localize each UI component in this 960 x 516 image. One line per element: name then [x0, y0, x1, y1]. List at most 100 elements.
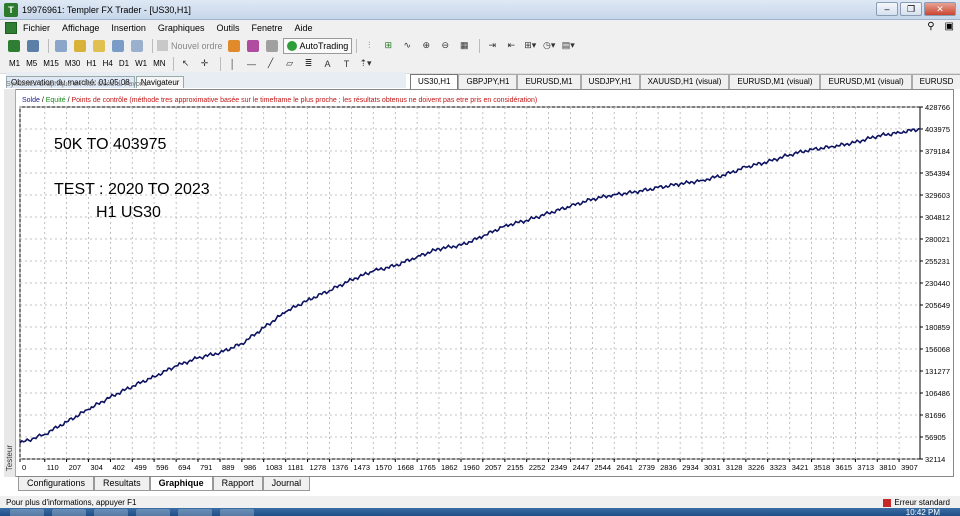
new-order-button[interactable]: Nouvel ordre	[157, 38, 223, 54]
bar-chart-icon[interactable]: ⫶	[361, 38, 377, 54]
start-button[interactable]	[10, 509, 44, 516]
navigator-icon[interactable]	[91, 38, 107, 54]
minimize-button[interactable]: –	[876, 2, 898, 16]
line-chart-icon[interactable]: ∿	[399, 38, 415, 54]
series-point	[416, 256, 418, 258]
market-watch-icon[interactable]	[53, 38, 69, 54]
x-tick-label: 499	[134, 463, 147, 472]
y-tick-label: 329603	[925, 191, 950, 200]
menu-fenetre[interactable]: Fenetre	[245, 23, 288, 33]
tf-m30[interactable]: M30	[62, 59, 84, 68]
x-tick-label: 2447	[573, 463, 590, 472]
signals-icon[interactable]	[264, 38, 280, 54]
chart-tab-eurusd-visual-1[interactable]: EURUSD,M1 (visual)	[729, 74, 821, 89]
taskbar-app-2[interactable]	[94, 509, 128, 516]
tester-icon[interactable]	[129, 38, 145, 54]
tester-tabs: Configurations Resultats Graphique Rappo…	[18, 477, 311, 491]
taskbar-app-3[interactable]	[136, 509, 170, 516]
autoscroll-icon[interactable]: ⇥	[484, 38, 500, 54]
chart-tab-eurusd-m1[interactable]: EURUSD,M1	[517, 74, 581, 89]
terminal-icon[interactable]	[110, 38, 126, 54]
crosshair-icon[interactable]: ✛	[197, 56, 213, 72]
tf-mn[interactable]: MN	[150, 59, 168, 68]
series-point	[701, 179, 703, 182]
tf-m15[interactable]: M15	[40, 59, 62, 68]
templates-icon[interactable]: ▤▾	[560, 38, 576, 54]
y-tick-label: 230440	[925, 279, 950, 288]
menu-outils[interactable]: Outils	[210, 23, 245, 33]
series-point	[87, 408, 89, 411]
tab-graphique[interactable]: Graphique	[149, 477, 213, 491]
options-icon[interactable]	[245, 38, 261, 54]
taskbar-app-1[interactable]	[52, 509, 86, 516]
note-period: TEST : 2020 TO 2023	[54, 181, 210, 198]
data-window-icon[interactable]	[72, 38, 88, 54]
menu-aide[interactable]: Aide	[289, 23, 319, 33]
y-tick-label: 354394	[925, 169, 950, 178]
indicators-icon[interactable]: ⊞▾	[522, 38, 538, 54]
x-tick-label: 1473	[353, 463, 370, 472]
chart-tab-eurusd-more[interactable]: EURUSD	[911, 74, 960, 89]
tile-windows-icon[interactable]: ▦	[456, 38, 472, 54]
x-tick-label: 402	[112, 463, 125, 472]
tab-configurations[interactable]: Configurations	[18, 477, 95, 491]
autotrading-icon	[286, 40, 297, 51]
cursor-icon[interactable]: ↖	[178, 56, 194, 72]
chart-tab-gbpjpy[interactable]: GBPJPY,H1	[458, 74, 518, 89]
series-point	[482, 235, 484, 237]
channel-icon[interactable]: ▱	[282, 56, 298, 72]
zoom-out-icon[interactable]: ⊖	[437, 38, 453, 54]
chart-shift-icon[interactable]: ⇤	[503, 38, 519, 54]
candle-chart-icon[interactable]: ⊞	[380, 38, 396, 54]
vertical-line-icon[interactable]: │	[225, 56, 241, 72]
status-help: Pour plus d'informations, appuyer F1	[6, 498, 137, 507]
trendline-icon[interactable]: ╱	[263, 56, 279, 72]
close-button[interactable]: ✕	[924, 2, 956, 16]
autotrading-button[interactable]: AutoTrading	[282, 37, 353, 54]
menu-fichier[interactable]: Fichier	[17, 23, 56, 33]
series-point	[131, 385, 133, 387]
chart-menu-icon[interactable]	[5, 22, 17, 34]
taskbar-app-4[interactable]	[178, 509, 212, 516]
chart-tab-eurusd-visual-2[interactable]: EURUSD,M1 (visual)	[820, 74, 912, 89]
x-tick-label: 2836	[660, 463, 677, 472]
series-point	[679, 183, 681, 185]
menu-insertion[interactable]: Insertion	[105, 23, 152, 33]
tf-m1[interactable]: M1	[6, 59, 23, 68]
periods-icon[interactable]: ◷▾	[541, 38, 557, 54]
arrows-icon[interactable]: ⇡▾	[358, 56, 374, 72]
restore-button[interactable]: ❐	[900, 2, 922, 16]
tf-h1[interactable]: H1	[83, 59, 99, 68]
profiles-icon[interactable]	[25, 38, 41, 54]
chart-tab-usdjpy[interactable]: USDJPY,H1	[580, 74, 640, 89]
new-chart-icon[interactable]	[6, 38, 22, 54]
horizontal-line-icon[interactable]: —	[244, 56, 260, 72]
menu-graphiques[interactable]: Graphiques	[152, 23, 211, 33]
chart-tabs: US30,H1 GBPJPY,H1 EURUSD,M1 USDJPY,H1 XA…	[410, 74, 960, 89]
side-panel-subtabs[interactable]: Symboles Graphique en Tick Général Favor…	[6, 81, 406, 89]
taskbar-app-5[interactable]	[220, 509, 254, 516]
tf-d1[interactable]: D1	[116, 59, 132, 68]
tab-resultats[interactable]: Resultats	[94, 477, 150, 491]
y-tick-label: 180859	[925, 323, 950, 332]
text-icon[interactable]: A	[320, 56, 336, 72]
chat-icon[interactable]: ▣	[945, 21, 954, 32]
tf-h4[interactable]: H4	[100, 59, 116, 68]
menu-affichage[interactable]: Affichage	[56, 23, 105, 33]
chart-tab-xauusd-visual[interactable]: XAUUSD,H1 (visual)	[639, 74, 730, 89]
tab-rapport[interactable]: Rapport	[212, 477, 263, 491]
search-icon[interactable]: ⚲	[927, 21, 934, 32]
tf-m5[interactable]: M5	[23, 59, 40, 68]
x-tick-label: 889	[222, 463, 235, 472]
chart-tab-us30[interactable]: US30,H1	[410, 74, 459, 89]
series-point	[767, 161, 769, 163]
tf-w1[interactable]: W1	[132, 59, 150, 68]
x-tick-label: 2934	[682, 463, 699, 472]
y-tick-label: 304812	[925, 213, 950, 222]
text-label-icon[interactable]: T	[339, 56, 355, 72]
zoom-in-icon[interactable]: ⊕	[418, 38, 434, 54]
fibonacci-icon[interactable]: ≣	[301, 56, 317, 72]
y-tick-label: 81696	[925, 411, 946, 420]
metaeditor-icon[interactable]	[226, 38, 242, 54]
tab-journal[interactable]: Journal	[262, 477, 311, 491]
